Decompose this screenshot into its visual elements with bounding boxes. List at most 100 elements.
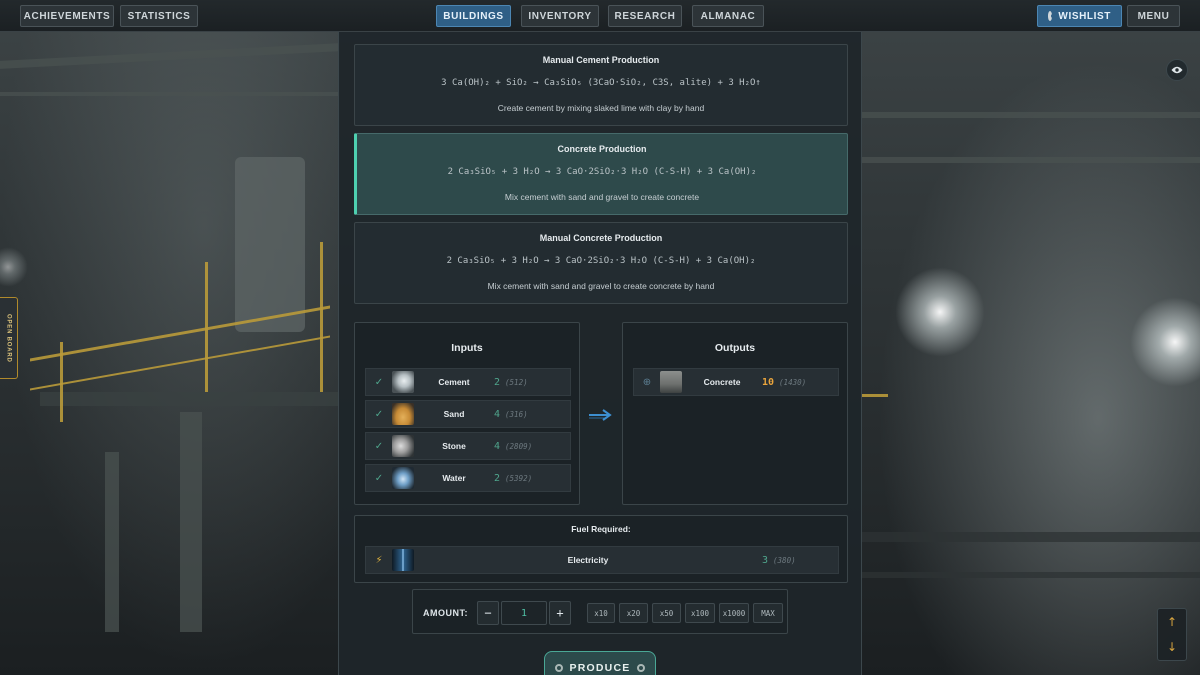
- fuel-qty: 3: [762, 554, 769, 566]
- conveyor: [860, 532, 1200, 542]
- support-column: [105, 452, 119, 632]
- railing: [862, 394, 888, 397]
- fuel-row: ⚡ Electricity 3 (380): [365, 546, 839, 574]
- left-haze: [0, 32, 340, 675]
- check-icon: ✓: [374, 440, 384, 452]
- recipe-description: Mix cement with sand and gravel to creat…: [504, 192, 700, 202]
- input-row: ✓ Cement 2 (512): [365, 368, 571, 396]
- conveyor: [860, 572, 1200, 578]
- preset-x10-button[interactable]: x10: [587, 603, 615, 623]
- steam-icon: [1048, 11, 1056, 21]
- gear-icon: [637, 664, 646, 672]
- fuel-name: Electricity: [567, 555, 609, 565]
- recipe-formula: 2 Ca₃SiO₅ + 3 H₂O → 3 CaO·2SiO₂·3 H₂O (C…: [447, 167, 757, 177]
- building-recipe-panel: Manual Cement Production 3 Ca(OH)₂ + SiO…: [338, 32, 862, 675]
- input-stock: (512): [505, 377, 528, 387]
- recipe-description: Create cement by mixing slaked lime with…: [497, 103, 705, 113]
- motor-housing: [235, 157, 305, 332]
- input-qty: 2: [494, 376, 501, 388]
- platform: [40, 392, 340, 406]
- plus-circle-icon: ⊕: [642, 376, 652, 388]
- input-name: Sand: [443, 409, 465, 419]
- recipe-manual-concrete[interactable]: Manual Concrete Production 2 Ca₃SiO₅ + 3…: [354, 222, 848, 304]
- wishlist-label: WISHLIST: [1058, 10, 1111, 22]
- support-column: [180, 412, 202, 632]
- toggle-visibility-button[interactable]: [1166, 59, 1188, 81]
- recipe-title: Concrete Production: [557, 144, 647, 154]
- sand-icon: [392, 403, 414, 425]
- statistics-button[interactable]: STATISTICS: [120, 5, 198, 27]
- recipe-formula: 3 Ca(OH)₂ + SiO₂ → Ca₃SiO₅ (3CaO·SiO₂, C…: [441, 78, 761, 88]
- fuel-title: Fuel Required:: [571, 524, 631, 534]
- recipe-concrete[interactable]: Concrete Production 2 Ca₃SiO₅ + 3 H₂O → …: [354, 133, 848, 215]
- output-name: Concrete: [703, 377, 741, 387]
- preset-x1000-button[interactable]: x1000: [719, 603, 749, 623]
- recipe-description: Mix cement with sand and gravel to creat…: [487, 281, 715, 291]
- tab-research[interactable]: RESEARCH: [608, 5, 682, 27]
- water-icon: [392, 467, 414, 489]
- wishlist-button[interactable]: WISHLIST: [1037, 5, 1122, 27]
- preset-x20-button[interactable]: x20: [619, 603, 648, 623]
- concrete-icon: [660, 371, 682, 393]
- recipe-title: Manual Cement Production: [542, 55, 660, 65]
- cement-icon: [392, 371, 414, 393]
- amount-input[interactable]: 1: [501, 601, 547, 625]
- output-stock: (1430): [779, 377, 807, 387]
- tab-almanac[interactable]: ALMANAC: [692, 5, 764, 27]
- fuel-box: Fuel Required: ⚡ Electricity 3 (380): [354, 515, 848, 583]
- recipe-formula: 2 Ca₃SiO₅ + 3 H₂O → 3 CaO·2SiO₂·3 H₂O (C…: [446, 256, 756, 266]
- decrease-button[interactable]: −: [477, 601, 499, 625]
- input-row: ✓ Stone 4 (2809): [365, 432, 571, 460]
- preset-max-button[interactable]: MAX: [753, 603, 783, 623]
- open-board-label: OPEN BOARD: [5, 313, 12, 363]
- scroll-controls: ↑ ↓: [1157, 608, 1187, 661]
- recipe-title: Manual Concrete Production: [539, 233, 663, 243]
- stone-icon: [392, 435, 414, 457]
- output-qty: 10: [762, 376, 775, 388]
- input-qty: 4: [494, 408, 501, 420]
- inputs-box: Inputs ✓ Cement 2 (512) ✓ Sand 4 (316) ✓…: [354, 322, 580, 505]
- electricity-icon: [392, 549, 414, 571]
- lightning-icon: ⚡: [375, 554, 383, 566]
- amount-label: AMOUNT:: [423, 607, 468, 618]
- railing-post: [60, 342, 63, 422]
- tab-buildings[interactable]: BUILDINGS: [436, 5, 511, 27]
- preset-x50-button[interactable]: x50: [652, 603, 681, 623]
- input-row: ✓ Water 2 (5392): [365, 464, 571, 492]
- input-stock: (2809): [505, 441, 533, 451]
- inputs-title: Inputs: [451, 342, 483, 354]
- conveyor-beam: [860, 157, 1200, 163]
- scroll-down-button[interactable]: ↓: [1162, 637, 1182, 657]
- input-stock: (5392): [505, 473, 533, 483]
- recipe-manual-cement[interactable]: Manual Cement Production 3 Ca(OH)₂ + SiO…: [354, 44, 848, 126]
- top-nav-bar: ACHIEVEMENTS STATISTICS BUILDINGS INVENT…: [0, 0, 1200, 32]
- input-qty: 4: [494, 440, 501, 452]
- gear-icon: [554, 664, 563, 672]
- scroll-up-button[interactable]: ↑: [1162, 612, 1182, 632]
- roof-beam: [0, 92, 340, 96]
- preset-x100-button[interactable]: x100: [685, 603, 715, 623]
- arrow-up-icon: ↑: [1166, 615, 1178, 629]
- input-stock: (316): [505, 409, 528, 419]
- eye-icon: [1171, 66, 1183, 74]
- menu-button[interactable]: MENU: [1127, 5, 1180, 27]
- check-icon: ✓: [374, 408, 384, 420]
- check-icon: ✓: [374, 376, 384, 388]
- outputs-box: Outputs ⊕ Concrete 10 (1430): [622, 322, 848, 505]
- railing-post: [320, 242, 323, 392]
- increase-button[interactable]: +: [549, 601, 571, 625]
- fuel-stock: (380): [773, 555, 796, 565]
- amount-box: AMOUNT: − 1 + x10 x20 x50 x100 x1000 MAX: [412, 589, 788, 634]
- output-row: ⊕ Concrete 10 (1430): [633, 368, 839, 396]
- tab-inventory[interactable]: INVENTORY: [521, 5, 599, 27]
- produce-button[interactable]: PRODUCE: [544, 651, 656, 675]
- input-name: Stone: [442, 441, 466, 451]
- achievements-button[interactable]: ACHIEVEMENTS: [20, 5, 114, 27]
- arrow-down-icon: ↓: [1166, 640, 1178, 654]
- conveyor-beam: [860, 112, 1200, 118]
- input-name: Water: [442, 473, 466, 483]
- light-glow: [895, 267, 985, 357]
- input-qty: 2: [494, 472, 501, 484]
- open-board-tab[interactable]: OPEN BOARD: [0, 297, 18, 379]
- right-arrow-icon: [589, 409, 612, 421]
